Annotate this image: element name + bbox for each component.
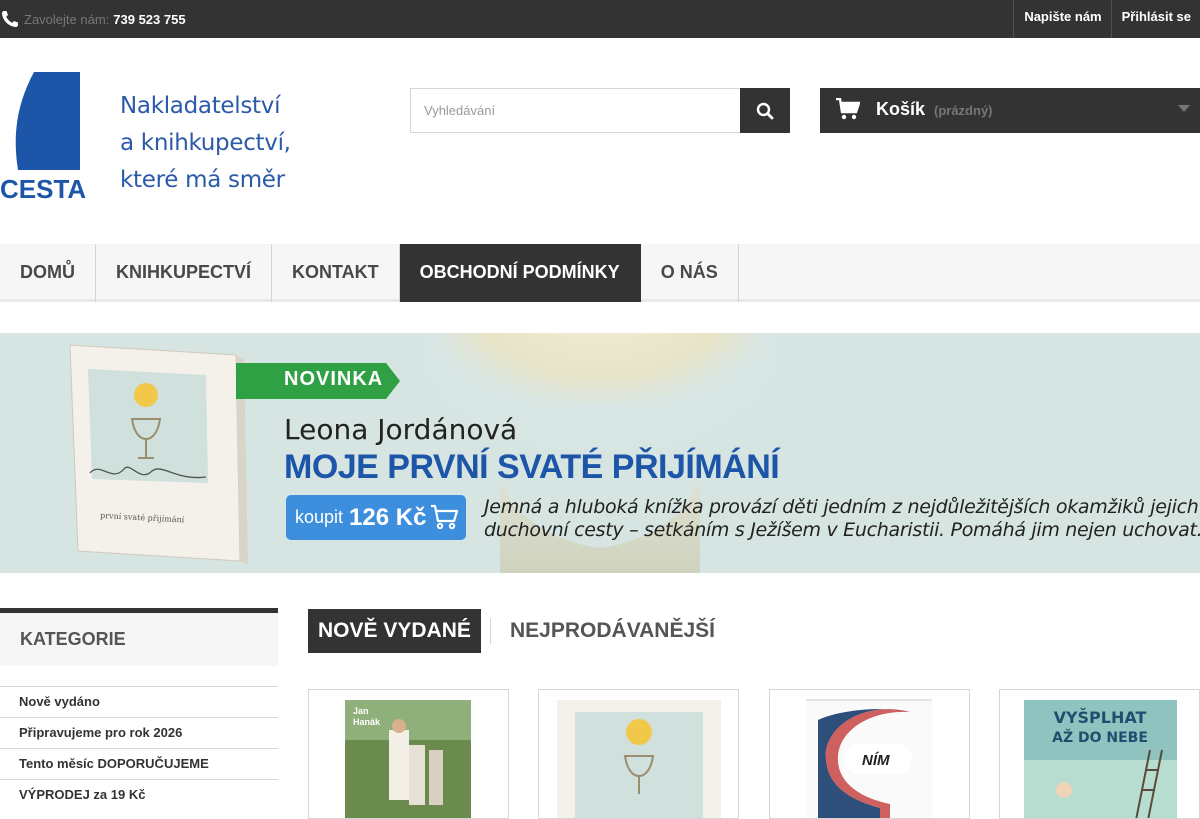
search-form — [410, 88, 790, 133]
buy-label: koupit — [295, 507, 344, 527]
svg-text:AŽ DO NEBE: AŽ DO NEBE — [1052, 729, 1148, 746]
buy-button[interactable]: koupit 126 Kč — [286, 495, 466, 540]
search-button[interactable] — [740, 88, 790, 133]
logo-brand: CESTA — [0, 174, 86, 202]
svg-text:Jan: Jan — [353, 706, 369, 716]
book-cover-image: první svaté přijímání — [69, 344, 248, 565]
menu-item-home[interactable]: DOMŮ — [0, 244, 96, 302]
new-badge: NOVINKA — [284, 368, 384, 390]
search-input[interactable] — [410, 88, 741, 133]
cart-button[interactable]: Košík (prázdný) — [820, 88, 1200, 133]
description-line: duchovní cesty – setkáním s Ježíšem v Eu… — [484, 519, 1200, 541]
main-menu: DOMŮ KNIHKUPECTVÍ KONTAKT OBCHODNÍ PODMÍ… — [0, 244, 1200, 302]
category-item[interactable]: Připravujeme pro rok 2026 — [0, 717, 278, 748]
shopping-cart-icon — [431, 504, 458, 530]
banner-author: Leona Jordánová — [284, 413, 518, 446]
menu-item-contact[interactable]: KONTAKT — [272, 244, 400, 302]
phone-icon — [2, 11, 18, 27]
menu-item-bookstore[interactable]: KNIHKUPECTVÍ — [96, 244, 273, 302]
top-bar: Zavolejte nám: 739 523 755 Napište nám P… — [0, 0, 1200, 38]
banner-title: MOJE PRVNÍ SVATÉ PŘIJÍMÁNÍ — [284, 448, 780, 486]
category-list: Nově vydáno Připravujeme pro rok 2026 Te… — [0, 686, 278, 810]
banner-description: Jemná a hluboká knížka provází děti jedn… — [484, 496, 1200, 542]
svg-text:VYŠPLHAT: VYŠPLHAT — [1054, 708, 1147, 727]
phone-number[interactable]: 739 523 755 — [113, 12, 185, 27]
categories-heading: KATEGORIE — [0, 608, 278, 666]
category-item[interactable]: Nově vydáno — [0, 686, 278, 717]
category-item[interactable]: VÝPRODEJ za 19 Kč — [0, 779, 278, 810]
buy-price: 126 Kč — [349, 503, 427, 531]
category-item[interactable]: Tento měsíc DOPORUČUJEME — [0, 748, 278, 779]
svg-text:Hanák: Hanák — [353, 717, 381, 727]
cart-icon — [836, 98, 860, 120]
logo-tagline: Nakladatelství a knihkupectví, které má … — [120, 88, 291, 199]
menu-item-terms[interactable]: OBCHODNÍ PODMÍNKY — [399, 244, 641, 302]
cart-label: Košík — [876, 99, 926, 119]
tab-new-releases[interactable]: NOVĚ VYDANÉ — [308, 609, 481, 653]
description-line: Jemná a hluboká knížka provází děti jedn… — [484, 496, 1199, 518]
promo-banner[interactable]: první svaté přijímání NOVINKA Leona Jord… — [0, 333, 1200, 573]
tagline-line: a knihkupectví, — [120, 130, 291, 156]
contact-us-link[interactable]: Napište nám — [1013, 0, 1110, 38]
cart-status: (prázdný) — [934, 103, 993, 118]
menu-item-about[interactable]: O NÁS — [641, 244, 739, 302]
login-link[interactable]: Přihlásit se — [1110, 0, 1200, 38]
contact-info: Zavolejte nám: 739 523 755 — [0, 0, 186, 38]
tagline-line: které má směr — [120, 167, 285, 193]
tagline-line: Nakladatelství — [120, 93, 281, 119]
chevron-down-icon — [1178, 105, 1190, 112]
contact-label: Zavolejte nám: — [24, 11, 110, 27]
search-icon — [756, 102, 774, 119]
svg-text:NÍM: NÍM — [862, 752, 890, 769]
tab-bestsellers[interactable]: NEJPRODÁVANĚJŠÍ — [490, 618, 715, 644]
